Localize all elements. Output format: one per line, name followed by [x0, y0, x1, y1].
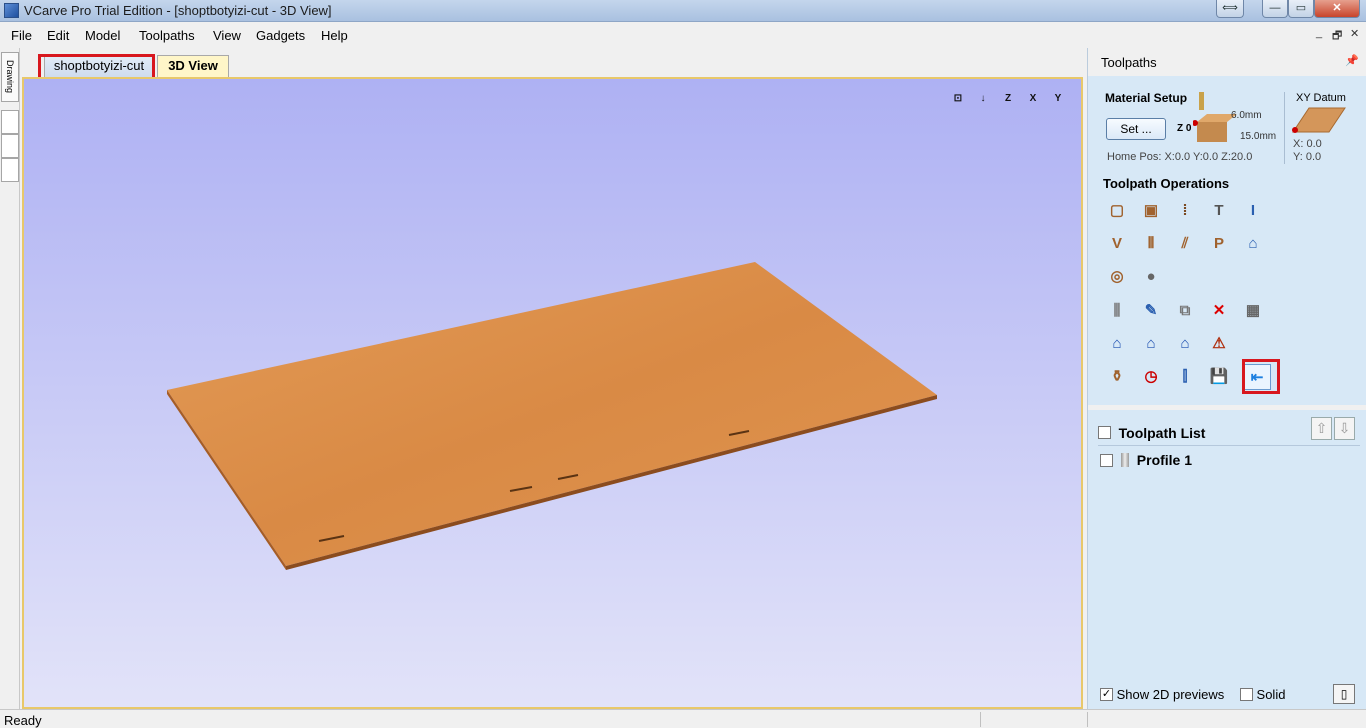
z0-label: Z 0 — [1177, 123, 1192, 134]
app-icon — [4, 3, 19, 18]
status-divider — [1087, 712, 1088, 727]
status-bar: Ready — [0, 709, 1366, 728]
xy-datum-icon[interactable] — [1291, 106, 1347, 134]
pocket-toolpath-icon[interactable]: ▣ — [1137, 198, 1165, 224]
panel-options-button[interactable]: ▯ — [1333, 684, 1355, 704]
merge-toolpath-icon[interactable]: ⌂ — [1137, 331, 1165, 357]
export-toolpath-icon[interactable]: ⇤ — [1243, 364, 1271, 390]
toolpath-item-name: Profile 1 — [1136, 452, 1193, 469]
title-bar: VCarve Pro Trial Edition - [shoptbotyizi… — [0, 0, 1366, 22]
material-board — [167, 262, 937, 570]
xy-datum-x: X: 0.0 — [1293, 138, 1322, 150]
thickness-dimension: 15.0mm — [1240, 131, 1277, 142]
menu-file[interactable]: File — [11, 28, 32, 43]
time-estimate-icon[interactable]: ◷ — [1137, 364, 1165, 390]
inlay-toolpath-icon[interactable]: I — [1239, 198, 1267, 224]
fluting-toolpath-icon[interactable]: ⫴ — [1137, 231, 1165, 257]
home-position: Home Pos: X:0.0 Y:0.0 Z:20.0 — [1107, 151, 1253, 163]
top-dimension: 6.0mm — [1231, 110, 1262, 121]
drilling-toolpath-icon[interactable]: ⁞ — [1171, 198, 1199, 224]
toolpath-item[interactable]: Profile 1 — [1100, 451, 1192, 468]
tab-3d-view[interactable]: 3D View — [157, 55, 229, 77]
close-button[interactable]: ✕ — [1314, 0, 1360, 18]
preview-options: Show 2D previews Solid — [1100, 686, 1285, 702]
toolpath-operations-title: Toolpath Operations — [1103, 176, 1230, 191]
moulding-toolpath-icon[interactable]: ⌂ — [1239, 231, 1267, 257]
drawing-side-tab[interactable]: Drawing — [1, 52, 19, 102]
status-text: Ready — [4, 713, 42, 728]
3d-viewport[interactable]: ⊡ ↓ Z X Y — [24, 79, 1081, 707]
minimize-button[interactable]: — — [1262, 0, 1288, 18]
window-title: VCarve Pro Trial Edition - [shoptbotyizi… — [24, 3, 332, 18]
template-icon[interactable]: ⌂ — [1103, 331, 1131, 357]
side-tab-4[interactable] — [1, 158, 19, 182]
mdi-minimize-button[interactable]: _ — [1316, 27, 1322, 39]
solid-checkbox[interactable] — [1239, 688, 1253, 702]
mdi-restore-button[interactable]: 🗗 — [1332, 27, 1342, 46]
material-set-button[interactable]: Set ... — [1106, 118, 1166, 140]
menu-gadgets[interactable]: Gadgets — [256, 28, 305, 43]
panel-separator — [1088, 405, 1366, 410]
quick-engrave-icon[interactable]: T — [1205, 198, 1233, 224]
menu-bar: File Edit Model Toolpaths View Gadgets H… — [0, 22, 1366, 48]
side-tab-3[interactable] — [1, 134, 19, 158]
resize-button[interactable]: ⟺ — [1216, 0, 1244, 18]
toolpath-summary-icon[interactable]: ⫿ — [1171, 364, 1199, 390]
toolpaths-panel: Toolpaths 📌 Material Setup Set ... Z 0 6… — [1087, 48, 1366, 709]
status-divider — [980, 712, 981, 727]
show-2d-previews-label: Show 2D previews — [1116, 687, 1225, 703]
preview-toolpath-icon[interactable]: ⚱ — [1103, 364, 1131, 390]
mdi-close-button[interactable]: ✕ — [1350, 27, 1359, 40]
move-up-button[interactable]: ⇧ — [1311, 417, 1332, 440]
prism-toolpath-icon[interactable]: P — [1205, 231, 1233, 257]
xy-datum-title: XY Datum — [1296, 92, 1346, 104]
vcarve-toolpath-icon[interactable]: V — [1103, 231, 1131, 257]
recalculate-icon[interactable]: ⧉ — [1171, 298, 1199, 324]
toolpath-list-title: Toolpath List — [1118, 424, 1206, 441]
pin-icon[interactable]: 📌 — [1345, 54, 1359, 67]
maximize-button[interactable]: ▭ — [1288, 0, 1314, 18]
save-template-icon[interactable]: ⌂ — [1171, 331, 1199, 357]
panel-title: Toolpaths — [1101, 55, 1157, 70]
calculator-icon[interactable]: ▦ — [1239, 298, 1267, 324]
tab-shoptbotyizi-cut[interactable]: shoptbotyizi-cut — [44, 55, 154, 77]
profile-toolpath-icon[interactable]: ▢ — [1103, 198, 1131, 224]
left-tab-strip: Drawing — [0, 48, 20, 709]
menu-model[interactable]: Model — [85, 28, 120, 43]
move-down-button[interactable]: ⇩ — [1334, 417, 1355, 440]
toolpath-list-checkbox[interactable] — [1098, 426, 1111, 440]
tool-database-icon[interactable]: ⫼ — [1103, 298, 1131, 324]
material-setup-title: Material Setup — [1105, 91, 1188, 105]
side-tab-2[interactable] — [1, 110, 19, 134]
texture-toolpath-icon[interactable]: ⫽ — [1171, 231, 1199, 257]
solid-label: Solid — [1256, 687, 1286, 703]
delete-toolpath-icon[interactable]: ✕ — [1205, 298, 1233, 324]
divider — [1284, 92, 1285, 164]
toolpath-item-checkbox[interactable] — [1100, 453, 1113, 467]
save-toolpath-icon[interactable]: 💾 — [1205, 364, 1233, 390]
menu-edit[interactable]: Edit — [47, 28, 69, 43]
toolpath-warning-icon[interactable]: ⚠ — [1205, 331, 1233, 357]
finishing-toolpath-icon[interactable]: ● — [1137, 264, 1165, 290]
profile-icon — [1120, 453, 1129, 468]
panel-header: Toolpaths 📌 — [1088, 48, 1366, 76]
roughing-toolpath-icon[interactable]: ◎ — [1103, 264, 1131, 290]
xy-datum-y: Y: 0.0 — [1293, 151, 1322, 163]
menu-toolpaths[interactable]: Toolpaths — [139, 28, 195, 43]
menu-view[interactable]: View — [213, 28, 241, 43]
show-2d-previews-checkbox[interactable] — [1100, 688, 1113, 702]
menu-help[interactable]: Help — [321, 28, 348, 43]
edit-toolpath-icon[interactable]: ✎ — [1137, 298, 1165, 324]
